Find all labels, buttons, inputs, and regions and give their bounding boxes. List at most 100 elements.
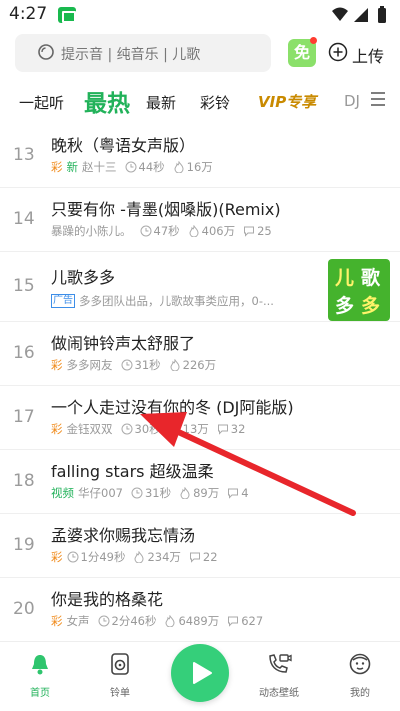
tab-dj[interactable]: DJ xyxy=(344,92,360,110)
bell-icon xyxy=(32,655,48,675)
clock-icon xyxy=(140,225,151,237)
rank-number: 14 xyxy=(13,209,35,229)
tab-hottest[interactable]: 最热 xyxy=(84,84,130,118)
rank-number: 18 xyxy=(13,471,35,491)
category-tabs: 一起听 最热 最新 彩铃 VIP专享 DJ xyxy=(0,84,400,118)
song-duration: 1分49秒 xyxy=(80,550,126,564)
play-count: 89万 xyxy=(193,486,220,500)
flame-icon xyxy=(174,161,184,173)
table-row[interactable]: 16 做闹钟铃声太舒服了 彩 多多网友 31秒 226万 xyxy=(0,322,400,386)
song-meta: 暴躁的小陈儿。 47秒 406万 25 xyxy=(51,223,280,239)
flame-icon xyxy=(165,615,175,627)
ad-image-char: 多 xyxy=(335,295,355,317)
flame-icon xyxy=(170,423,180,435)
ad-badge: 广告 xyxy=(51,294,75,308)
ad-image[interactable]: 儿 歌 多 多 xyxy=(328,259,390,321)
nav-live-wallpaper[interactable]: 动态壁纸 xyxy=(249,652,309,699)
comment-icon xyxy=(217,424,228,435)
wifi-icon xyxy=(332,7,348,21)
clock-icon xyxy=(121,423,132,435)
play-count: 16万 xyxy=(186,160,213,174)
speaker-icon xyxy=(111,653,129,675)
song-duration: 31秒 xyxy=(144,486,172,500)
comment-icon xyxy=(189,552,200,563)
comment-count: 32 xyxy=(230,422,246,436)
table-row[interactable]: 20 你是我的格桑花 彩 女声 2分46秒 6489万 627 xyxy=(0,578,400,642)
play-count: 6489万 xyxy=(178,614,220,628)
system-status-icons xyxy=(332,6,386,23)
video-tag: 视频 xyxy=(51,486,74,500)
clock-icon xyxy=(131,487,143,499)
ad-meta: 广告 多多团队出品，儿歌故事类应用，0-... xyxy=(51,293,282,309)
clock-icon xyxy=(67,551,78,563)
rank-number: 17 xyxy=(13,407,35,427)
ad-row[interactable]: 15 儿歌多多 广告 多多团队出品，儿歌故事类应用，0-... 儿 歌 多 多 xyxy=(0,252,400,322)
song-title: falling stars 超级温柔 xyxy=(51,462,214,481)
comment-icon xyxy=(228,616,239,627)
song-title: 做闹钟铃声太舒服了 xyxy=(51,334,196,353)
song-title: 一个人走过没有你的冬 (DJ阿能版) xyxy=(51,398,294,417)
song-meta: 彩 新 赵十三 44秒 16万 xyxy=(51,159,221,175)
nav-ringlist[interactable]: 铃单 xyxy=(90,652,150,699)
comment-icon xyxy=(228,488,239,499)
song-author: 华仔007 xyxy=(78,486,123,500)
search-input[interactable]: 提示音 | 纯音乐 | 儿歌 xyxy=(15,34,271,72)
song-meta: 彩 女声 2分46秒 6489万 627 xyxy=(51,613,271,629)
table-row[interactable]: 19 孟婆求你赐我忘情汤 彩 1分49秒 234万 22 xyxy=(0,514,400,578)
flame-icon xyxy=(134,551,144,563)
search-placeholder: 提示音 | 纯音乐 | 儿歌 xyxy=(61,47,201,63)
tab-newest[interactable]: 最新 xyxy=(146,92,176,113)
cai-tag: 彩 xyxy=(51,614,63,628)
nav-home[interactable]: 首页 xyxy=(10,652,70,699)
tab-together[interactable]: 一起听 xyxy=(19,92,64,113)
upload-label: 上传 xyxy=(352,47,385,66)
comment-count: 22 xyxy=(202,550,218,564)
rank-number: 20 xyxy=(13,599,35,619)
tab-caling[interactable]: 彩铃 xyxy=(200,92,230,113)
play-icon xyxy=(193,662,212,684)
play-count: 406万 xyxy=(201,224,236,238)
table-row[interactable]: 17 一个人走过没有你的冬 (DJ阿能版) 彩 金钰双双 30秒 13万 32 xyxy=(0,386,400,450)
comment-count: 25 xyxy=(257,224,272,238)
flame-icon xyxy=(180,487,190,499)
cai-tag: 彩 xyxy=(51,550,63,564)
signal-icon xyxy=(354,8,368,22)
nav-ringlist-label: 铃单 xyxy=(110,688,130,699)
comment-count: 627 xyxy=(241,614,264,628)
menu-icon[interactable] xyxy=(369,90,387,108)
rank-number: 15 xyxy=(13,276,35,296)
table-row[interactable]: 18 falling stars 超级温柔 视频 华仔007 31秒 89万 4 xyxy=(0,450,400,514)
table-row[interactable]: 13 晚秋（粤语女声版） 彩 新 赵十三 44秒 16万 xyxy=(0,124,400,188)
flame-icon xyxy=(170,359,180,371)
play-button[interactable] xyxy=(171,644,229,702)
cai-tag: 彩 xyxy=(51,422,63,436)
song-title: 晚秋（粤语女声版） xyxy=(51,136,196,155)
rank-number: 13 xyxy=(13,145,35,165)
song-title: 孟婆求你赐我忘情汤 xyxy=(51,526,196,545)
flame-icon xyxy=(189,225,199,237)
table-row[interactable]: 14 只要有你 -青墨(烟嗓版)(Remix) 暴躁的小陈儿。 47秒 406万… xyxy=(0,188,400,252)
clock-icon xyxy=(121,359,132,371)
status-bar: 4:27 xyxy=(0,0,400,30)
song-author: 赵十三 xyxy=(82,160,117,174)
song-author: 暴躁的小陈儿。 xyxy=(51,224,132,238)
tab-vip[interactable]: VIP专享 xyxy=(258,91,316,112)
comment-icon xyxy=(244,226,255,237)
song-title: 你是我的格桑花 xyxy=(51,590,164,609)
rank-number: 19 xyxy=(13,535,35,555)
song-meta: 彩 多多网友 31秒 226万 xyxy=(51,357,224,373)
song-duration: 31秒 xyxy=(134,358,161,372)
song-author: 女声 xyxy=(66,614,90,628)
song-duration: 47秒 xyxy=(153,224,180,238)
song-duration: 30秒 xyxy=(134,422,161,436)
notification-dot xyxy=(310,37,317,44)
song-meta: 彩 1分49秒 234万 22 xyxy=(51,549,226,565)
song-author: 金钰双双 xyxy=(66,422,113,436)
play-count: 234万 xyxy=(147,550,181,564)
play-count: 13万 xyxy=(182,422,209,436)
ad-image-char: 多 xyxy=(361,295,381,317)
nav-profile[interactable]: 我的 xyxy=(330,652,390,699)
plus-circle-icon xyxy=(328,42,348,62)
play-count: 226万 xyxy=(182,358,217,372)
song-meta: 视频 华仔007 31秒 89万 4 xyxy=(51,485,257,501)
